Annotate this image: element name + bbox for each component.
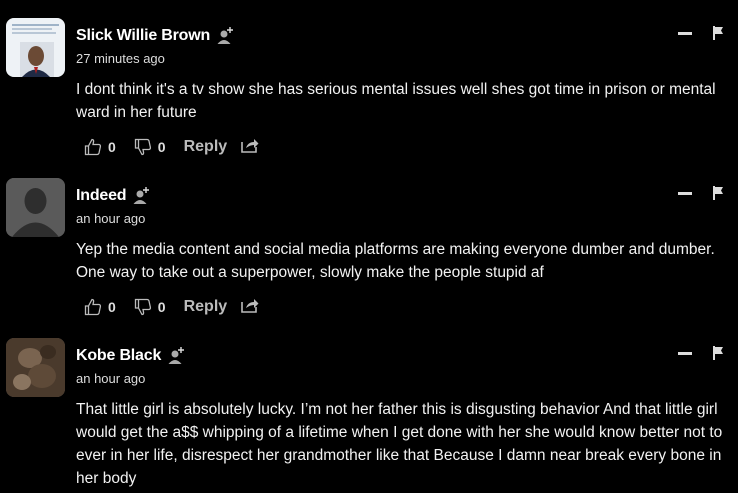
share-icon[interactable] <box>241 137 259 157</box>
avatar[interactable] <box>6 18 65 77</box>
author-label: Slick Willie Brown <box>76 27 211 44</box>
author-name[interactable]: Kobe Black <box>76 346 187 366</box>
dislike-button[interactable]: 0 <box>134 138 166 156</box>
share-icon[interactable] <box>241 297 259 317</box>
author-label: Indeed <box>76 187 127 204</box>
dislike-button[interactable]: 0 <box>134 298 166 316</box>
minus-icon[interactable] <box>678 351 692 355</box>
flag-icon[interactable] <box>712 186 724 200</box>
comment-text: That little girl is absolutely lucky. I’… <box>76 401 723 487</box>
flag-icon[interactable] <box>712 346 724 360</box>
thumbs-up-icon <box>84 138 102 156</box>
author-name[interactable]: Indeed <box>76 186 152 206</box>
reply-button[interactable]: Reply <box>184 298 228 316</box>
flag-icon[interactable] <box>712 26 724 40</box>
timestamp: 27 minutes ago <box>76 51 165 66</box>
avatar[interactable] <box>6 178 65 237</box>
dislike-count: 0 <box>157 299 166 315</box>
person-plus-icon[interactable] <box>216 26 236 46</box>
like-count: 0 <box>108 139 116 155</box>
like-count: 0 <box>108 299 116 315</box>
comment-item: Slick Willie Brown 27 minutes ago I dont… <box>0 0 738 160</box>
person-plus-icon[interactable] <box>167 346 187 366</box>
dislike-count: 0 <box>157 139 166 155</box>
timestamp: an hour ago <box>76 371 146 386</box>
like-button[interactable]: 0 <box>84 138 116 156</box>
like-button[interactable]: 0 <box>84 298 116 316</box>
person-plus-icon[interactable] <box>132 186 152 206</box>
comment-text: I dont think it's a tv show she has seri… <box>76 81 716 121</box>
avatar[interactable] <box>6 338 65 397</box>
reply-button[interactable]: Reply <box>184 138 228 156</box>
author-label: Kobe Black <box>76 347 162 364</box>
thumbs-down-icon <box>134 138 151 156</box>
comment-item: Kobe Black an hour ago That little girl … <box>0 320 738 493</box>
comment-item: Indeed an hour ago Yep the media content… <box>0 160 738 320</box>
minus-icon[interactable] <box>678 31 692 35</box>
thumbs-up-icon <box>84 298 102 316</box>
thumbs-down-icon <box>134 298 151 316</box>
timestamp: an hour ago <box>76 211 146 226</box>
comment-text: Yep the media content and social media p… <box>76 241 715 281</box>
minus-icon[interactable] <box>678 191 692 195</box>
author-name[interactable]: Slick Willie Brown <box>76 26 236 46</box>
